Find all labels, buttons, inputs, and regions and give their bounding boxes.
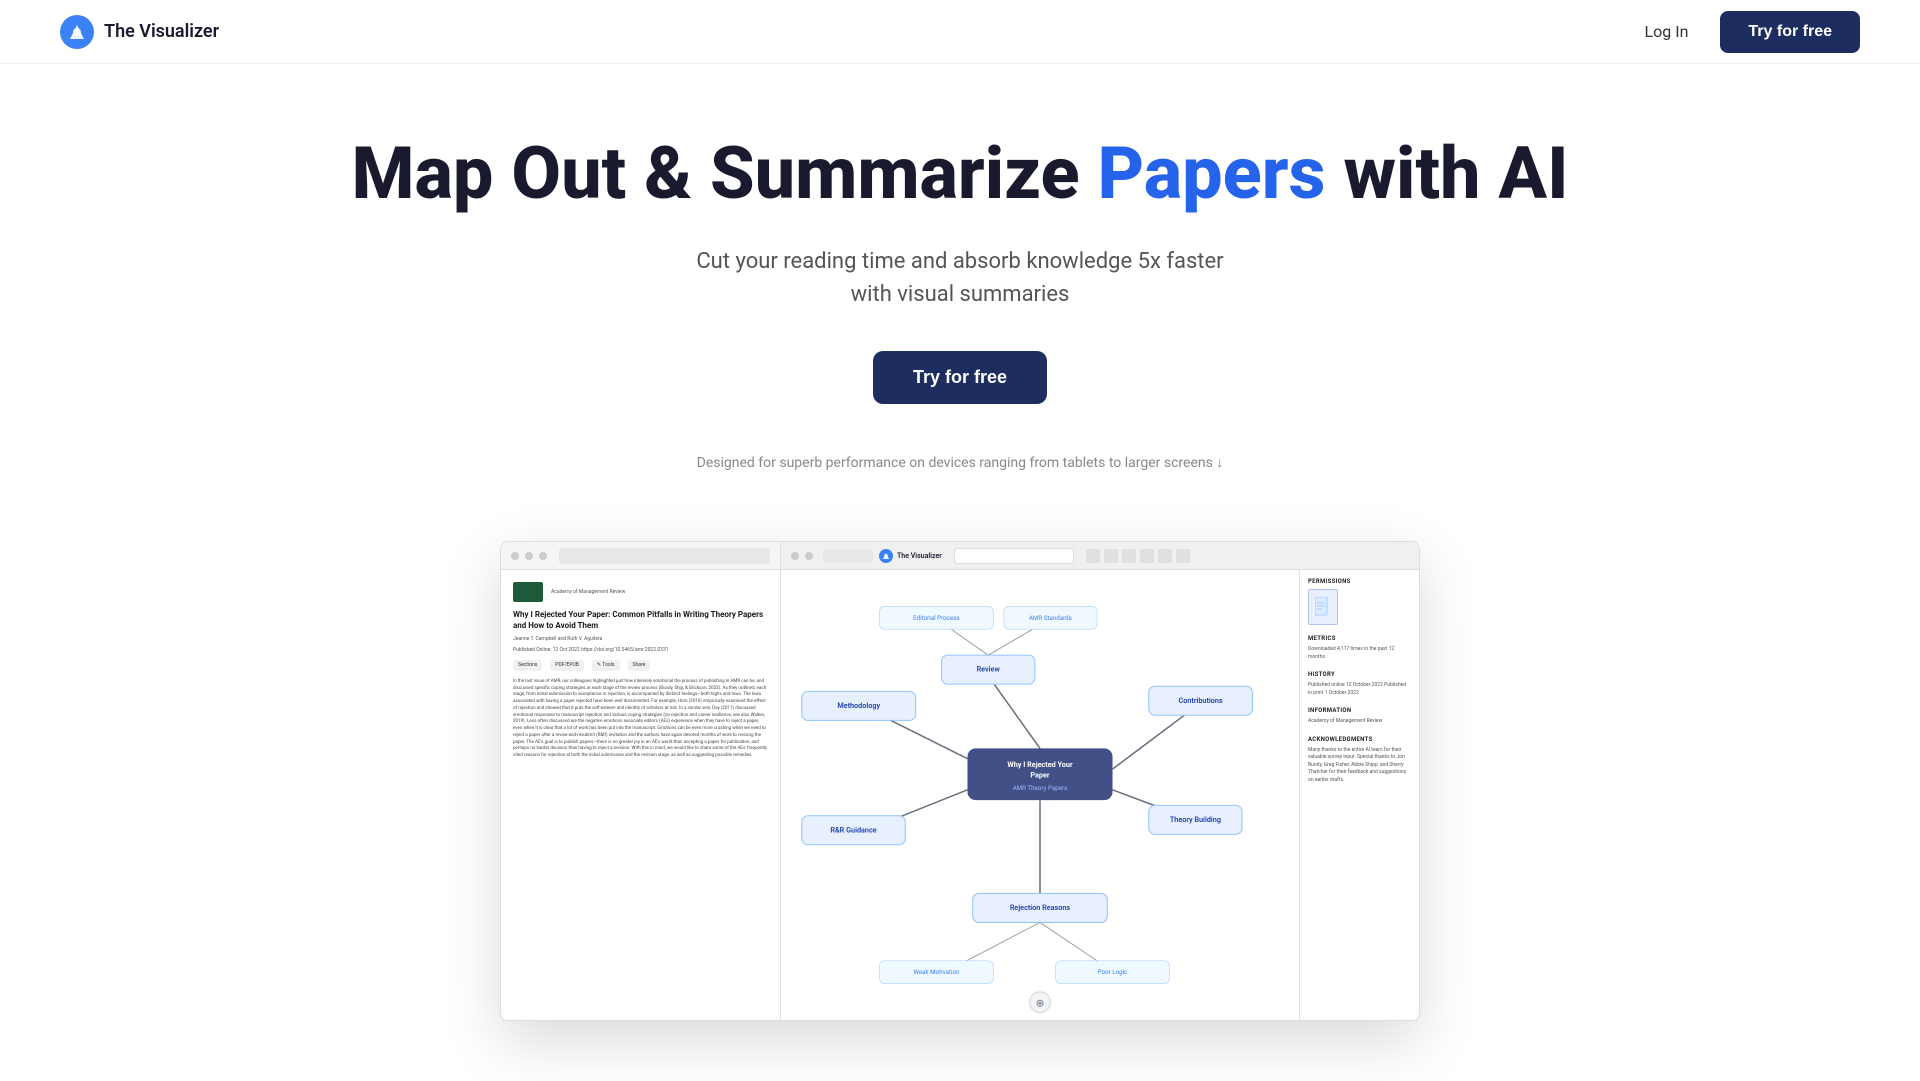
metrics-text: Downloaded 4,117 times in the past 12 mo… [1308, 646, 1411, 661]
product-screenshot: Academy of Management Review Why I Rejec… [500, 541, 1420, 1021]
browser-url [559, 548, 770, 564]
svg-text:Review: Review [977, 665, 1001, 674]
vis-tool-5[interactable] [1158, 549, 1172, 563]
vis-dot-2 [805, 552, 813, 560]
information-section: Information Academy of Management Review [1308, 707, 1411, 726]
hero-title: Map Out & Summarize Papers with AI [351, 134, 1568, 213]
metrics-section: Metrics Downloaded 4,117 times in the pa… [1308, 635, 1411, 661]
svg-text:AMR Theory Papers: AMR Theory Papers [1013, 784, 1068, 792]
vis-logo: The Visualizer [879, 549, 942, 563]
paper-panel: Academy of Management Review Why I Rejec… [501, 542, 781, 1020]
svg-text:Methodology: Methodology [837, 701, 880, 710]
sections-btn[interactable]: Sections [513, 660, 542, 671]
hero-section: Map Out & Summarize Papers with AI Cut y… [0, 64, 1920, 541]
journal-name: Academy of Management Review [551, 589, 625, 596]
login-link[interactable]: Log In [1645, 22, 1689, 41]
hero-subtitle: Cut your reading time and absorb knowled… [696, 245, 1223, 311]
svg-text:Poor Logic: Poor Logic [1098, 968, 1128, 976]
vis-tool-3[interactable] [1122, 549, 1136, 563]
permissions-title: Permissions [1308, 578, 1411, 585]
file-icon [1315, 597, 1331, 617]
paper-authors: Jeanne T. Campbell and Ruth V. Aguilera [513, 636, 768, 643]
svg-text:Why I Rejected Your: Why I Rejected Your [1007, 760, 1073, 769]
paper-content: Academy of Management Review Why I Rejec… [501, 570, 780, 772]
paper-date: Published Online: 12 Oct 2022 https://do… [513, 647, 768, 654]
svg-text:R&R Guidance: R&R Guidance [830, 825, 876, 834]
hero-title-part1: Map Out & Summarize [351, 131, 1097, 216]
history-title: History [1308, 671, 1411, 678]
permissions-section: Permissions [1308, 578, 1411, 625]
vis-logo-icon [879, 549, 893, 563]
mindmap-area: Why I Rejected Your Paper AMR Theory Pap… [781, 570, 1299, 1020]
hero-title-part2: with AI [1326, 131, 1569, 216]
nav-right: Log In Try for free [1645, 11, 1860, 53]
vis-tool-4[interactable] [1140, 549, 1154, 563]
history-section: History Published online 12 October 2022… [1308, 671, 1411, 697]
navbar: The Visualizer Log In Try for free [0, 0, 1920, 64]
svg-text:AMR Standards: AMR Standards [1029, 614, 1072, 622]
browser-dot-2 [525, 552, 533, 560]
vis-browser-bar: The Visualizer [781, 542, 1419, 570]
paper-browser-bar [501, 542, 780, 570]
logo[interactable]: The Visualizer [60, 15, 219, 49]
hero-subtitle-line1: Cut your reading time and absorb knowled… [696, 249, 1223, 274]
vis-tool-6[interactable] [1176, 549, 1190, 563]
svg-text:Paper: Paper [1030, 771, 1050, 780]
vis-tool-1[interactable] [1086, 549, 1100, 563]
hero-subtitle-line2: with visual summaries [851, 282, 1070, 307]
metrics-title: Metrics [1308, 635, 1411, 642]
vis-dot-1 [791, 552, 799, 560]
vis-tool-2[interactable] [1104, 549, 1118, 563]
mindmap-svg: Why I Rejected Your Paper AMR Theory Pap… [781, 570, 1299, 1020]
share-btn[interactable]: Share [628, 660, 651, 671]
history-text: Published online 12 October 2022 Publish… [1308, 682, 1411, 697]
logo-icon [60, 15, 94, 49]
device-note: Designed for superb performance on devic… [697, 454, 1224, 471]
pdf-epub-btn[interactable]: PDF/EPUB [550, 660, 584, 671]
acknowledgments-text: Many thanks to the entire AI team for th… [1308, 747, 1411, 785]
acknowledgments-section: Acknowledgments Many thanks to the entir… [1308, 736, 1411, 785]
journal-logo [513, 582, 543, 602]
permissions-file-icon [1308, 589, 1338, 625]
journal-header: Academy of Management Review [513, 582, 768, 602]
vis-main: Why I Rejected Your Paper AMR Theory Pap… [781, 570, 1419, 1020]
vis-tools [1086, 549, 1190, 563]
svg-text:⊕: ⊕ [1036, 997, 1045, 1010]
vis-url-bar[interactable] [954, 548, 1074, 564]
logo-text: The Visualizer [104, 21, 219, 42]
visualizer-section: The Visualizer [781, 542, 1419, 1020]
paper-toolbar: Sections PDF/EPUB ✎ Tools Share [513, 660, 768, 671]
browser-dot-3 [539, 552, 547, 560]
paper-body: In the last issue of AMR, our colleagues… [513, 679, 768, 760]
tools-btn[interactable]: ✎ Tools [592, 660, 620, 671]
svg-text:Contributions: Contributions [1179, 696, 1223, 705]
hero-try-free-button[interactable]: Try for free [873, 351, 1047, 404]
hero-title-accent: Papers [1097, 131, 1325, 216]
information-title: Information [1308, 707, 1411, 714]
information-text: Academy of Management Review [1308, 718, 1411, 726]
right-metadata-panel: Permissions Metrics Downloaded [1299, 570, 1419, 1020]
paper-title: Why I Rejected Your Paper: Common Pitfal… [513, 610, 768, 631]
acknowledgments-title: Acknowledgments [1308, 736, 1411, 743]
svg-text:Editorial Process: Editorial Process [913, 614, 959, 622]
svg-text:Weak Motivation: Weak Motivation [913, 968, 959, 976]
svg-text:Rejection Reasons: Rejection Reasons [1010, 903, 1071, 912]
vis-logo-text: The Visualizer [897, 552, 942, 560]
browser-dot-1 [511, 552, 519, 560]
svg-text:Theory Building: Theory Building [1170, 815, 1221, 824]
vis-nav-bar [823, 549, 873, 563]
nav-try-free-button[interactable]: Try for free [1720, 11, 1860, 53]
